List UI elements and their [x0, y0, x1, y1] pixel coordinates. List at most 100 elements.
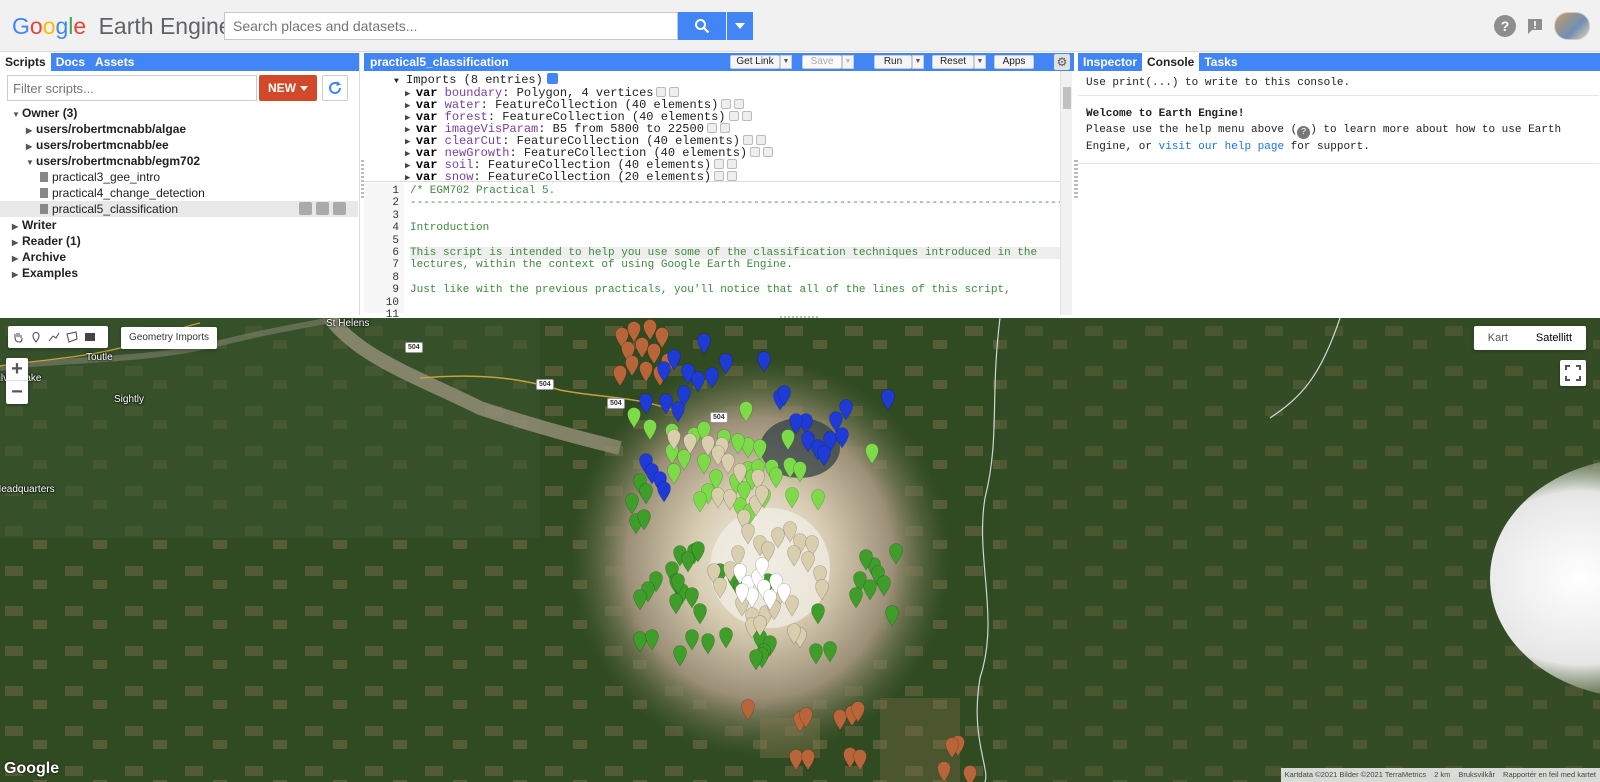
map-marker[interactable]: [669, 593, 683, 615]
map-marker[interactable]: [731, 433, 745, 455]
map-marker[interactable]: [643, 319, 657, 341]
delete-import-icon[interactable]: [727, 159, 738, 169]
edit-import-icon[interactable]: [728, 111, 739, 121]
map-marker[interactable]: [659, 393, 673, 415]
code-area[interactable]: /* EGM702 Practical 5. ------------------…: [410, 183, 1060, 307]
map-marker[interactable]: [639, 361, 653, 383]
zoom-in-button[interactable]: +: [6, 358, 28, 381]
earth-engine-logo[interactable]: Google Earth Engine: [12, 11, 232, 41]
edit-import-icon[interactable]: [656, 87, 667, 97]
tree-item-owner[interactable]: ▼ Owner (3): [0, 105, 358, 121]
map-marker[interactable]: [647, 343, 661, 365]
map-marker[interactable]: [889, 543, 903, 565]
delete-icon[interactable]: [333, 202, 346, 215]
map-marker[interactable]: [701, 633, 715, 655]
collapsed-arrow-icon[interactable]: ▶: [405, 161, 416, 171]
map-marker[interactable]: [877, 575, 891, 597]
map-marker[interactable]: [625, 493, 639, 515]
map-marker[interactable]: [741, 699, 755, 721]
help-icon[interactable]: ?: [1494, 15, 1516, 37]
edit-import-icon[interactable]: [706, 123, 717, 133]
tree-item-reader[interactable]: ▶ Reader (1): [0, 233, 358, 249]
map-marker[interactable]: [739, 401, 753, 423]
map-marker[interactable]: [863, 579, 877, 601]
tab-docs[interactable]: Docs: [51, 53, 90, 71]
delete-import-icon[interactable]: [719, 123, 730, 133]
search-input[interactable]: [225, 13, 677, 39]
delete-import-icon[interactable]: [741, 111, 752, 121]
map-marker[interactable]: [781, 429, 795, 451]
map-marker[interactable]: [645, 629, 659, 651]
edit-import-icon[interactable]: [742, 135, 753, 145]
delete-import-icon[interactable]: [763, 147, 774, 157]
delete-import-icon[interactable]: [755, 135, 766, 145]
map-marker[interactable]: [625, 355, 639, 377]
map-type-satellitt[interactable]: Satellitt: [1522, 326, 1586, 350]
map-marker[interactable]: [613, 365, 627, 387]
filter-scripts-box[interactable]: [7, 75, 257, 101]
map-marker[interactable]: [719, 627, 733, 649]
map-marker[interactable]: [937, 761, 951, 782]
tree-item-writer[interactable]: ▶ Writer: [0, 217, 358, 233]
tree-item-repo[interactable]: ▼ users/robertmcnabb/egm702: [0, 153, 358, 169]
polygon-icon[interactable]: [66, 331, 78, 343]
gear-icon[interactable]: ⚙: [1054, 54, 1070, 70]
tree-item-repo[interactable]: ▶ users/robertmcnabb/algae: [0, 121, 358, 137]
map-marker[interactable]: [697, 333, 711, 355]
tab-tasks[interactable]: Tasks: [1199, 53, 1242, 71]
map-marker[interactable]: [815, 579, 829, 601]
map-marker[interactable]: [671, 401, 685, 423]
map-marker[interactable]: [801, 749, 815, 771]
map-marker[interactable]: [809, 643, 823, 665]
map-marker[interactable]: [639, 393, 653, 415]
map-marker[interactable]: [881, 389, 895, 411]
tab-console[interactable]: Console: [1142, 53, 1200, 71]
map-marker[interactable]: [823, 641, 837, 663]
search-box[interactable]: [224, 12, 678, 40]
tab-assets[interactable]: Assets: [90, 53, 139, 71]
map-marker[interactable]: [835, 427, 849, 449]
map-view[interactable]: St Helens Toutle Silver Lake Sightly Hea…: [0, 318, 1600, 782]
map-marker[interactable]: [787, 545, 801, 567]
map-marker[interactable]: [769, 467, 783, 489]
collapsed-arrow-icon[interactable]: ▶: [405, 149, 416, 159]
map-marker[interactable]: [719, 353, 733, 375]
map-marker[interactable]: [785, 487, 799, 509]
map-marker[interactable]: [833, 709, 847, 731]
report-error-link[interactable]: Rapportér en feil med kartet: [1503, 768, 1596, 782]
tab-scripts[interactable]: Scripts: [0, 53, 51, 71]
map-marker[interactable]: [639, 483, 653, 505]
search-options-dropdown[interactable]: [727, 12, 753, 40]
map-marker[interactable]: [627, 407, 641, 429]
map-marker[interactable]: [667, 463, 681, 485]
collapsed-arrow-icon[interactable]: ▶: [405, 101, 416, 111]
edit-import-icon[interactable]: [714, 159, 725, 169]
collapsed-arrow-icon[interactable]: ▶: [405, 137, 416, 147]
refresh-button[interactable]: [322, 75, 348, 101]
tab-inspector[interactable]: Inspector: [1078, 53, 1142, 71]
map-marker[interactable]: [963, 765, 977, 782]
delete-import-icon[interactable]: [669, 87, 680, 97]
run-dropdown[interactable]: ▼: [912, 55, 924, 69]
map-marker[interactable]: [741, 523, 755, 545]
map-marker[interactable]: [811, 489, 825, 511]
map-marker[interactable]: [753, 439, 767, 461]
map-marker[interactable]: [885, 605, 899, 627]
tree-item-script-selected[interactable]: practical5_classification: [0, 201, 358, 217]
map-marker[interactable]: [697, 453, 711, 475]
edit-import-icon[interactable]: [750, 147, 761, 157]
map-marker[interactable]: [705, 367, 719, 389]
map-marker[interactable]: [633, 589, 647, 611]
reset-button[interactable]: Reset: [932, 55, 974, 69]
hand-icon[interactable]: [12, 331, 24, 343]
tree-item-script[interactable]: practical3_gee_intro: [0, 169, 358, 185]
rectangle-icon[interactable]: [84, 331, 96, 343]
get-link-dropdown[interactable]: ▼: [780, 55, 792, 69]
map-marker[interactable]: [865, 443, 879, 465]
history-icon[interactable]: [299, 202, 312, 215]
map-marker[interactable]: [633, 631, 647, 653]
map-type-kart[interactable]: Kart: [1474, 326, 1522, 350]
map-marker[interactable]: [691, 371, 705, 393]
tree-item-repo[interactable]: ▶ users/robertmcnabb/ee: [0, 137, 358, 153]
map-marker[interactable]: [945, 737, 959, 759]
